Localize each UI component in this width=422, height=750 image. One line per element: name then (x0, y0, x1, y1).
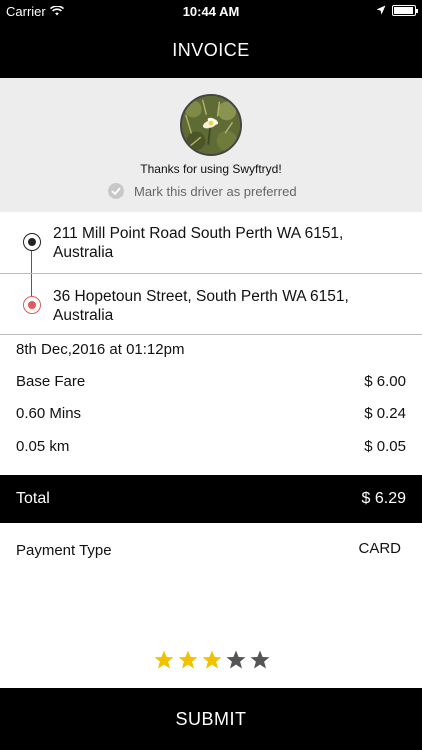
location-arrow-icon (376, 3, 386, 18)
star-filled-icon[interactable] (201, 649, 223, 671)
fare-label: Base Fare (16, 373, 86, 390)
nav-bar: INVOICE (0, 22, 422, 78)
pickup-pin-icon (23, 233, 41, 251)
battery-icon (392, 5, 418, 16)
rating-stars[interactable] (153, 649, 271, 671)
status-time: 10:44 AM (182, 4, 240, 19)
payment-type-label: Payment Type (16, 542, 112, 559)
submit-button[interactable]: SUBMIT (0, 688, 422, 750)
fare-row-minutes: 0.60 Mins $ 0.24 (16, 405, 406, 422)
driver-panel: Thanks for using Swyftryd! Mark this dri… (0, 78, 422, 212)
status-right (376, 3, 418, 18)
page-title: INVOICE (172, 39, 250, 60)
status-bar: Carrier 10:44 AM (0, 0, 422, 22)
mark-preferred-label: Mark this driver as preferred (134, 183, 297, 199)
fare-row-distance: 0.05 km $ 0.05 (16, 438, 406, 455)
star-empty-icon[interactable] (249, 649, 271, 671)
star-empty-icon[interactable] (225, 649, 247, 671)
fare-value: $ 0.24 (364, 405, 406, 422)
total-value: $ 6.29 (361, 490, 406, 507)
fare-row-base: Base Fare $ 6.00 (16, 373, 406, 390)
driver-avatar (180, 94, 242, 156)
star-filled-icon[interactable] (153, 649, 175, 671)
submit-label: SUBMIT (175, 708, 247, 729)
route-section: 211 Mill Point Road South Perth WA 6151,… (0, 212, 422, 335)
fare-label: 0.05 km (16, 438, 70, 455)
total-bar: Total $ 6.29 (0, 475, 422, 523)
checkmark-icon[interactable] (108, 183, 124, 199)
trip-date: 8th Dec,2016 at 01:12pm (16, 341, 185, 358)
dropoff-pin-icon (23, 296, 41, 314)
divider (0, 273, 422, 274)
thanks-message: Thanks for using Swyftryd! (140, 162, 282, 176)
payment-type-value[interactable]: CARD (358, 540, 401, 557)
divider (0, 334, 422, 335)
dropoff-address: 36 Hopetoun Street, South Perth WA 6151,… (53, 288, 349, 324)
pickup-address: 211 Mill Point Road South Perth WA 6151,… (53, 225, 344, 261)
fare-label: 0.60 Mins (16, 405, 82, 422)
fare-value: $ 6.00 (364, 373, 406, 390)
fare-value: $ 0.05 (364, 438, 406, 455)
star-filled-icon[interactable] (177, 649, 199, 671)
total-label: Total (16, 490, 50, 507)
mark-preferred-toggle[interactable]: Mark this driver as preferred (108, 183, 297, 199)
